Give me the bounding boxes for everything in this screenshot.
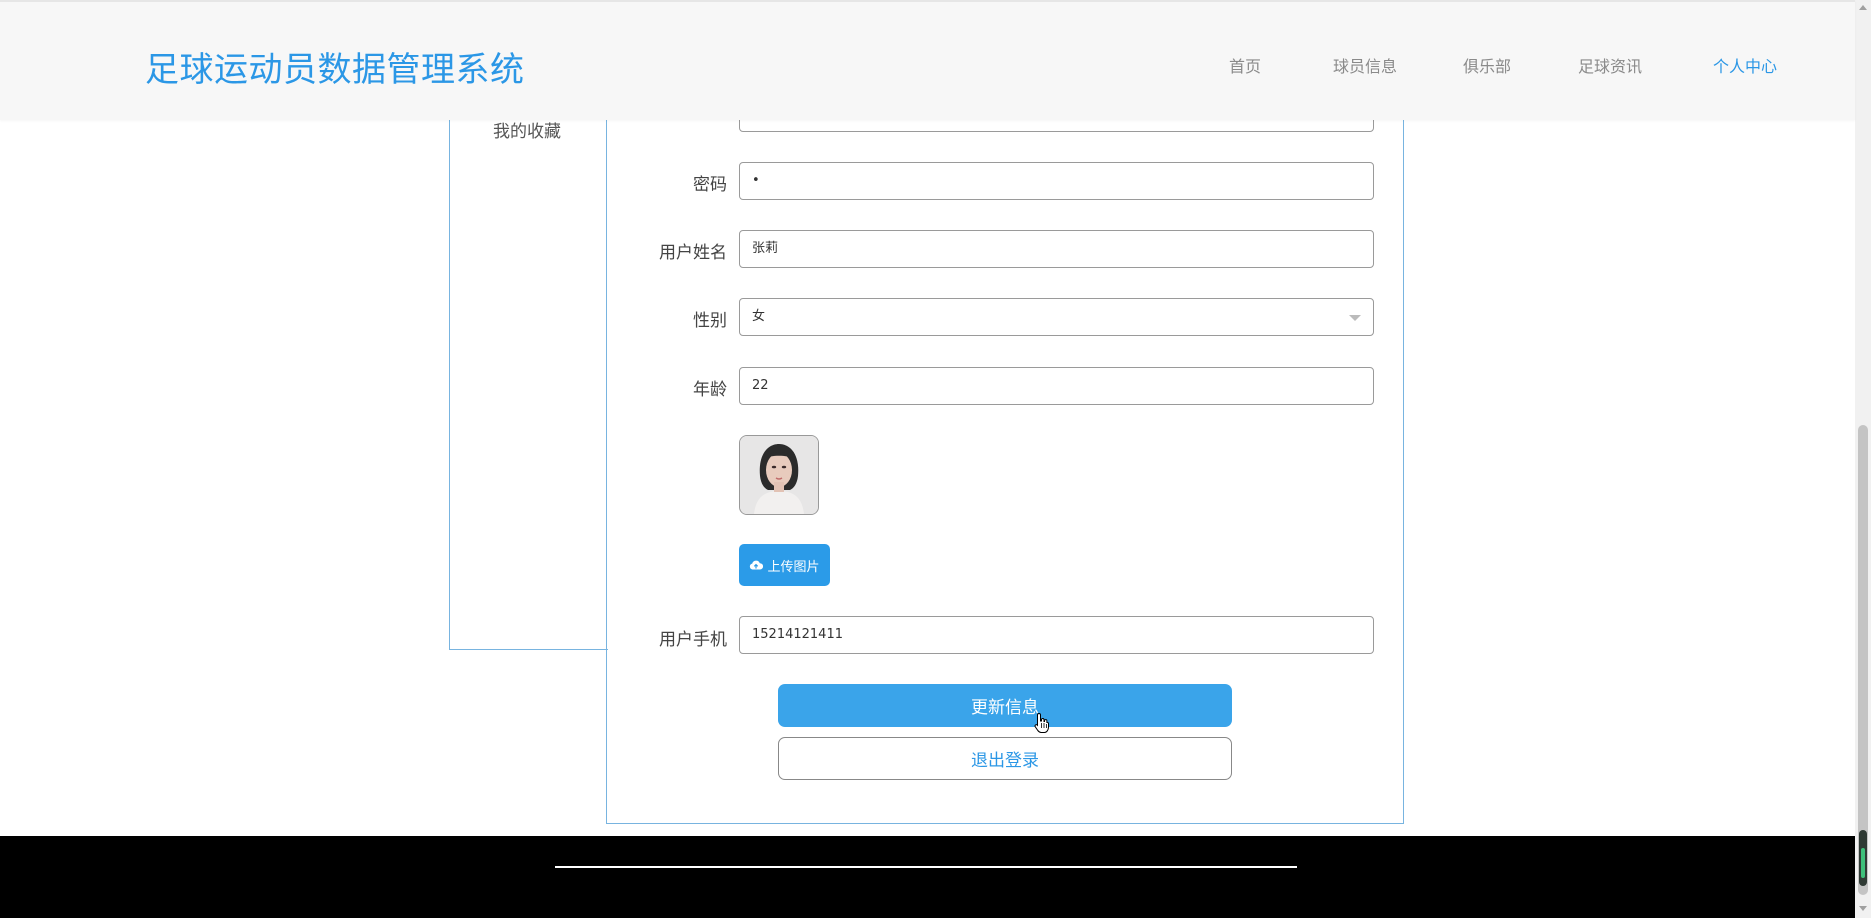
- age-input[interactable]: 22: [739, 367, 1374, 405]
- hand-cursor-icon: [1034, 712, 1049, 733]
- gender-value: 女: [752, 309, 766, 324]
- gender-select[interactable]: 女: [739, 298, 1374, 336]
- site-header: 足球运动员数据管理系统 首页 球员信息 俱乐部 足球资讯 个人中心: [0, 0, 1855, 120]
- scroll-thumb[interactable]: [1858, 425, 1868, 895]
- gender-label: 性别: [693, 311, 727, 331]
- sidebar: [449, 100, 608, 650]
- main-nav: 首页 球员信息 俱乐部 足球资讯 个人中心: [0, 53, 1855, 77]
- phone-label: 用户手机: [659, 630, 727, 650]
- nav-players[interactable]: 球员信息: [1333, 53, 1397, 77]
- scroll-up-icon[interactable]: [1859, 5, 1867, 10]
- sidebar-item-favorites[interactable]: 我的收藏: [493, 117, 561, 142]
- site-footer: [0, 836, 1855, 918]
- footer-divider: [555, 866, 1297, 868]
- upload-image-label: 上传图片: [767, 559, 820, 575]
- page-scrollbar[interactable]: [1855, 0, 1871, 918]
- scroll-down-icon[interactable]: [1859, 906, 1867, 911]
- scroll-indicator-green: [1861, 848, 1865, 878]
- logout-button[interactable]: 退出登录: [778, 737, 1232, 780]
- cloud-upload-icon: [750, 560, 764, 570]
- update-info-button[interactable]: 更新信息: [778, 684, 1232, 727]
- nav-personal-center[interactable]: 个人中心: [1713, 53, 1777, 77]
- nav-clubs[interactable]: 俱乐部: [1463, 53, 1511, 77]
- upload-image-button[interactable]: 上传图片: [739, 544, 830, 586]
- name-label: 用户姓名: [659, 243, 727, 263]
- password-label: 密码: [693, 175, 727, 195]
- password-input[interactable]: •: [739, 162, 1374, 200]
- nav-news[interactable]: 足球资讯: [1578, 53, 1642, 77]
- nav-home[interactable]: 首页: [1229, 53, 1261, 77]
- avatar: [739, 435, 819, 515]
- age-label: 年龄: [693, 380, 727, 400]
- chevron-down-icon: [1349, 315, 1361, 321]
- name-input[interactable]: 张莉: [739, 230, 1374, 268]
- portrait-photo: [740, 436, 818, 514]
- phone-input[interactable]: 15214121411: [739, 616, 1374, 654]
